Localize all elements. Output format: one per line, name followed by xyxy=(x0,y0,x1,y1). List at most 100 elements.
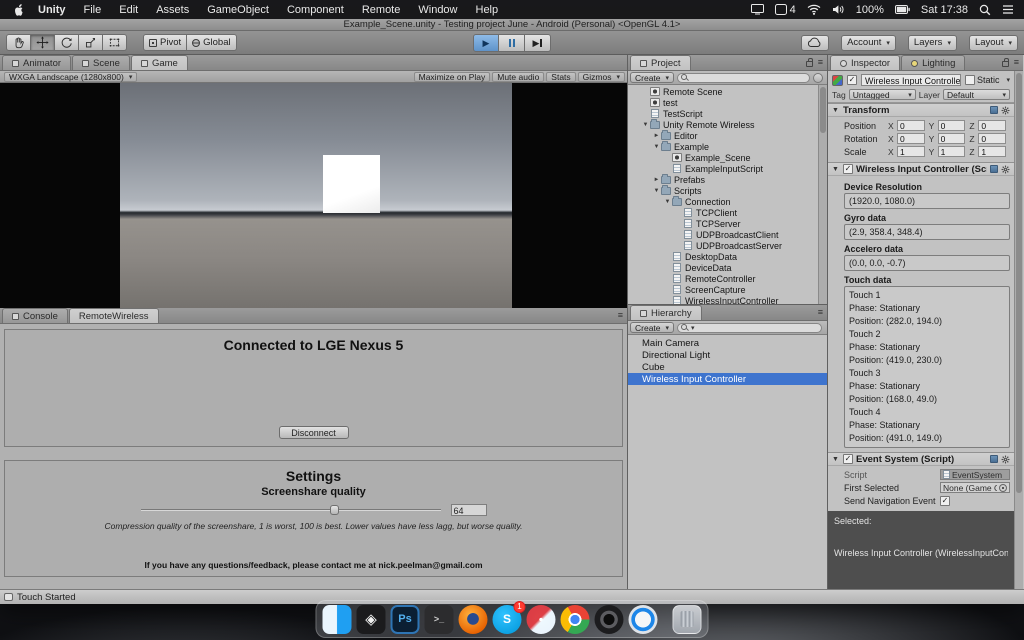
project-item-tcpserver[interactable]: TCPServer xyxy=(628,218,827,229)
dock-icon-quicktime[interactable] xyxy=(629,605,658,634)
hand-tool-button[interactable] xyxy=(6,34,31,51)
project-item-tcpclient[interactable]: TCPClient xyxy=(628,207,827,218)
transform-header[interactable]: ▼ Transform xyxy=(828,103,1014,117)
dock-icon-camera[interactable] xyxy=(595,605,624,634)
stats-toggle[interactable]: Stats xyxy=(546,72,575,82)
wireless-input-controller-header[interactable]: ▼ ✓ Wireless Input Controller (Script) xyxy=(828,162,1014,176)
wifi-icon[interactable] xyxy=(807,4,821,15)
lock-icon[interactable] xyxy=(1002,61,1009,67)
project-item-example-scene[interactable]: Example_Scene xyxy=(628,152,827,163)
hierarchy-item-main-camera[interactable]: Main Camera xyxy=(628,337,827,349)
menu-item-gameobject[interactable]: GameObject xyxy=(198,4,278,16)
display-icon[interactable] xyxy=(751,4,764,15)
aspect-dropdown[interactable]: WXGA Landscape (1280x800)▾ xyxy=(4,72,137,82)
project-item-udpbroadcastclient[interactable]: UDPBroadcastClient xyxy=(628,229,827,240)
inspector-scrollbar[interactable] xyxy=(1014,71,1023,589)
layout-dropdown[interactable]: Layout▾ xyxy=(969,35,1018,51)
project-item-desktopdata[interactable]: DesktopData xyxy=(628,251,827,262)
project-create-button[interactable]: Create▾ xyxy=(630,72,674,83)
project-item-connection[interactable]: ▼Connection xyxy=(628,196,827,207)
project-item-screencapture[interactable]: ScreenCapture xyxy=(628,284,827,295)
notification-center-icon[interactable] xyxy=(1002,4,1014,15)
scale-y-field[interactable]: 1 xyxy=(938,146,966,157)
pivot-button[interactable]: Pivot xyxy=(143,34,187,51)
dock-icon-unity[interactable]: ◈ xyxy=(357,605,386,634)
mute-audio-toggle[interactable]: Mute audio xyxy=(492,72,544,82)
hierarchy-item-cube[interactable]: Cube xyxy=(628,361,827,373)
project-item-test[interactable]: test xyxy=(628,97,827,108)
foldout-closed-icon[interactable]: ► xyxy=(652,133,661,139)
help-icon[interactable] xyxy=(990,165,998,173)
quality-slider[interactable] xyxy=(141,504,441,516)
hierarchy-create-button[interactable]: Create▾ xyxy=(630,322,674,333)
battery-icon[interactable] xyxy=(895,5,910,14)
tag-dropdown[interactable]: Untagged▾ xyxy=(849,89,916,100)
tab-lighting[interactable]: Lighting xyxy=(901,55,965,70)
project-item-prefabs[interactable]: ►Prefabs xyxy=(628,174,827,185)
component-enabled-checkbox[interactable]: ✓ xyxy=(843,454,853,464)
project-item-remote-scene[interactable]: Remote Scene xyxy=(628,86,827,97)
rotation-z-field[interactable]: 0 xyxy=(978,133,1006,144)
gear-icon[interactable] xyxy=(1001,106,1010,115)
hierarchy-item-directional-light[interactable]: Directional Light xyxy=(628,349,827,361)
menu-item-edit[interactable]: Edit xyxy=(110,4,147,16)
layers-dropdown[interactable]: Layers▾ xyxy=(908,35,957,51)
help-icon[interactable] xyxy=(990,106,998,114)
project-item-udpbroadcastserver[interactable]: UDPBroadcastServer xyxy=(628,240,827,251)
menu-item-remote[interactable]: Remote xyxy=(353,4,410,16)
dock-icon-firefox[interactable] xyxy=(459,605,488,634)
maximize-on-play-toggle[interactable]: Maximize on Play xyxy=(414,72,491,82)
foldout-open-icon[interactable]: ▼ xyxy=(652,144,661,150)
foldout-closed-icon[interactable]: ► xyxy=(652,177,661,183)
menu-item-unity[interactable]: Unity xyxy=(29,4,75,16)
scale-x-field[interactable]: 1 xyxy=(897,146,925,157)
active-checkbox[interactable]: ✓ xyxy=(847,75,857,85)
search-scope-button[interactable] xyxy=(813,73,823,83)
menu-item-help[interactable]: Help xyxy=(467,4,508,16)
hierarchy-search-input[interactable]: ▾ xyxy=(677,323,822,333)
tab-scene[interactable]: Scene xyxy=(72,55,130,70)
project-item-testscript[interactable]: TestScript xyxy=(628,108,827,119)
send-navigation-checkbox[interactable]: ✓ xyxy=(940,496,950,506)
tab-inspector[interactable]: Inspector xyxy=(830,55,900,70)
object-picker-icon[interactable] xyxy=(999,484,1007,492)
panel-menu-icon[interactable]: ≡ xyxy=(618,311,623,320)
project-item-remotecontroller[interactable]: RemoteController xyxy=(628,273,827,284)
foldout-open-icon[interactable]: ▼ xyxy=(663,199,672,205)
project-scrollbar[interactable] xyxy=(818,85,827,304)
event-system-header[interactable]: ▼ ✓ Event System (Script) xyxy=(828,452,1014,466)
rect-tool-button[interactable] xyxy=(103,34,127,51)
dock-icon-terminal[interactable]: >_ xyxy=(425,605,454,634)
disconnect-button[interactable]: Disconnect xyxy=(279,426,349,439)
project-item-devicedata[interactable]: DeviceData xyxy=(628,262,827,273)
position-x-field[interactable]: 0 xyxy=(897,120,925,131)
tab-console[interactable]: Console xyxy=(2,308,68,323)
dock-icon-finder[interactable] xyxy=(323,605,352,634)
project-search-input[interactable] xyxy=(677,73,810,83)
step-button[interactable]: ▶ xyxy=(525,34,551,52)
cloud-button[interactable] xyxy=(801,35,829,51)
help-icon[interactable] xyxy=(990,455,998,463)
menu-item-file[interactable]: File xyxy=(75,4,111,16)
panel-menu-icon[interactable]: ≡ xyxy=(818,58,823,67)
dock-icon-safari[interactable] xyxy=(527,605,556,634)
rotation-y-field[interactable]: 0 xyxy=(938,133,966,144)
dock-icon-trash[interactable] xyxy=(673,605,702,634)
script-object-field[interactable]: EventSystem xyxy=(940,469,1010,480)
project-item-example[interactable]: ▼Example xyxy=(628,141,827,152)
tab-hierarchy[interactable]: Hierarchy xyxy=(630,305,702,320)
rotate-tool-button[interactable] xyxy=(55,34,79,51)
account-dropdown[interactable]: Account▾ xyxy=(841,35,896,51)
foldout-open-icon[interactable]: ▼ xyxy=(832,456,840,463)
global-button[interactable]: Global xyxy=(187,34,236,51)
project-item-editor[interactable]: ►Editor xyxy=(628,130,827,141)
tab-project[interactable]: Project xyxy=(630,55,691,70)
menu-item-assets[interactable]: Assets xyxy=(147,4,198,16)
foldout-open-icon[interactable]: ▼ xyxy=(832,166,840,173)
dock-icon-skype[interactable]: S1 xyxy=(493,605,522,634)
position-y-field[interactable]: 0 xyxy=(938,120,966,131)
project-item-exampleinputscript[interactable]: ExampleInputScript xyxy=(628,163,827,174)
play-button[interactable]: ▶ xyxy=(473,34,499,52)
game-view[interactable] xyxy=(0,83,627,308)
component-enabled-checkbox[interactable]: ✓ xyxy=(843,164,853,174)
